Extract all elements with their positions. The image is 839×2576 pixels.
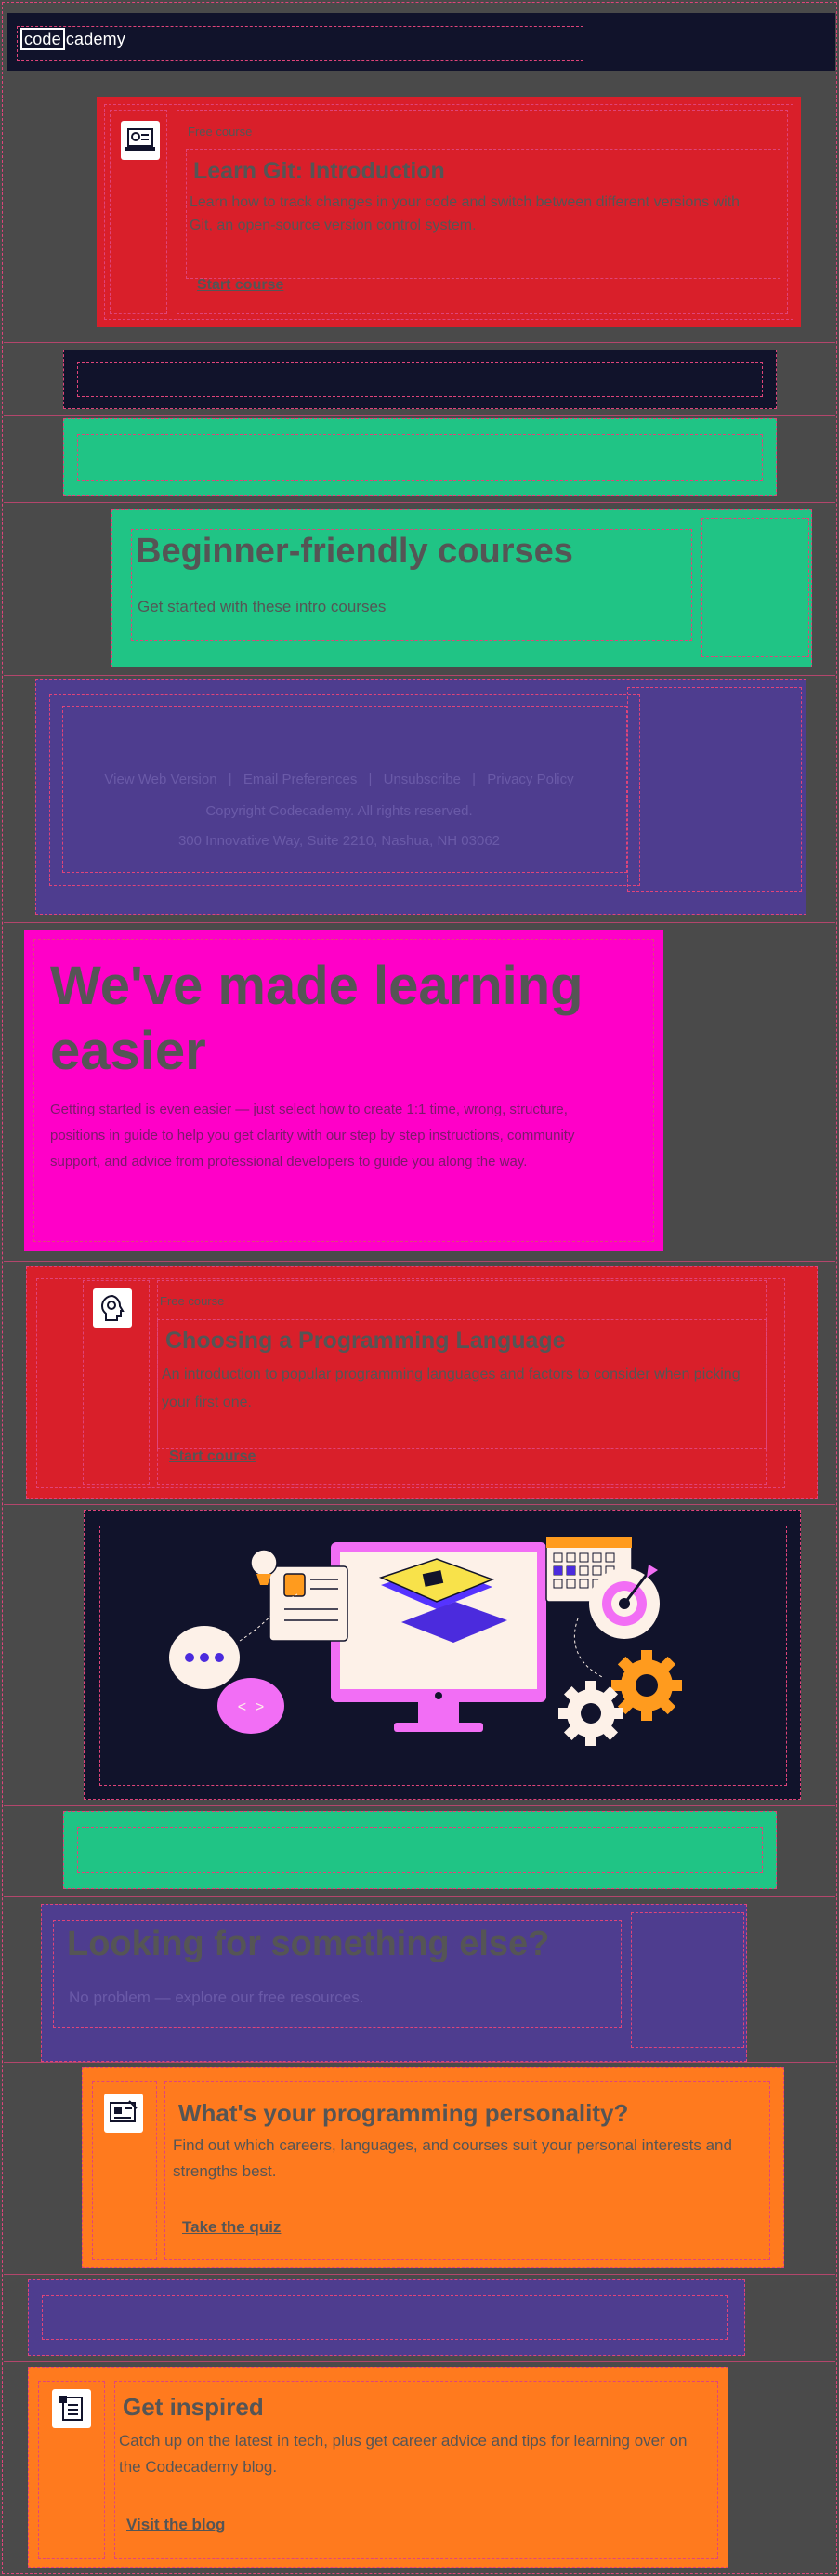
header — [7, 13, 835, 71]
course-description: An introduction to popular programming l… — [162, 1367, 741, 1410]
beginner-title: Beginner-friendly courses — [136, 532, 573, 571]
personality-title: What's your programming personality? — [178, 2099, 629, 2127]
quiz-icon — [104, 2094, 143, 2133]
blog-description: Catch up on the latest in tech, plus get… — [119, 2432, 688, 2476]
course-title: Learn Git: Introduction — [193, 158, 445, 184]
course-eyebrow: Free course — [160, 1294, 225, 1308]
divider-banner — [63, 350, 777, 409]
beginner-subtitle: Get started with these intro courses — [138, 598, 387, 615]
view-web-version-link[interactable]: View Web Version — [104, 772, 216, 787]
visit-blog-link[interactable]: Visit the blog — [126, 2516, 225, 2534]
personality-description: Find out which careers, languages, and c… — [173, 2136, 732, 2180]
coding-illustration: < > — [169, 1536, 682, 1746]
spacer-banner-green — [63, 1811, 777, 1889]
unsubscribe-link[interactable]: Unsubscribe — [384, 772, 461, 787]
take-quiz-link[interactable]: Take the quiz — [182, 2218, 281, 2237]
hero-body: Getting started is even easier — just se… — [50, 1102, 575, 1169]
head-gear-icon — [93, 1288, 132, 1328]
divider-banner-purple — [28, 2279, 745, 2356]
blog-title: Get inspired — [123, 2393, 264, 2421]
footer-links: View Web Version | Email Preferences | U… — [104, 772, 574, 787]
hero-title: We've made learning easier — [50, 956, 583, 1081]
resources-subtitle: No problem — explore our free resources. — [69, 1988, 364, 2006]
email-footer — [35, 679, 806, 915]
codecademy-logo[interactable]: code cademy — [20, 28, 125, 50]
laptop-gear-icon — [121, 121, 160, 160]
start-course-link[interactable]: Start course — [169, 1448, 256, 1465]
start-course-link[interactable]: Start course — [197, 277, 283, 294]
email-preferences-link[interactable]: Email Preferences — [243, 772, 358, 787]
spacer-banner-green — [63, 418, 777, 496]
resources-title: Looking for something else? — [67, 1924, 550, 1963]
blog-icon — [52, 2389, 91, 2428]
course-title: Choosing a Programming Language — [165, 1328, 566, 1354]
course-eyebrow: Free course — [188, 125, 253, 139]
footer-copyright: Copyright Codecademy. All rights reserve… — [205, 803, 473, 819]
footer-address: 300 Innovative Way, Suite 2210, Nashua, … — [177, 833, 501, 849]
svg-text:< >: < > — [238, 1699, 265, 1716]
privacy-policy-link[interactable]: Privacy Policy — [487, 772, 573, 787]
course-description: Learn how to track changes in your code … — [190, 194, 741, 233]
